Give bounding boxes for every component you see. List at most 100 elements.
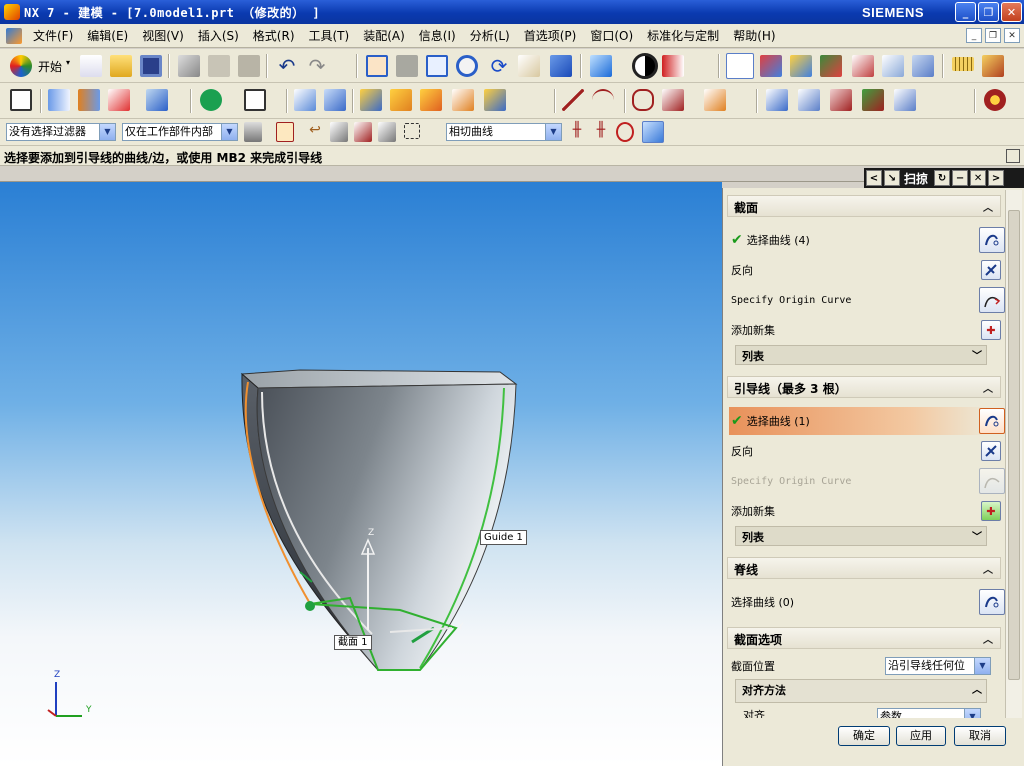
spine-group-header[interactable]: 脊线 ︿ bbox=[727, 557, 1001, 579]
menu-customize[interactable]: 标准化与定制 bbox=[640, 27, 726, 44]
add-new-set-icon[interactable]: ✚ bbox=[981, 501, 1001, 521]
perspective-icon[interactable] bbox=[550, 55, 572, 77]
rotate-wcs-icon[interactable] bbox=[790, 55, 812, 77]
menu-format[interactable]: 格式(R) bbox=[246, 27, 302, 44]
wcs-dynamics-icon[interactable] bbox=[820, 55, 842, 77]
section-select-curve-row[interactable]: ✔ 选择曲线 (4) bbox=[729, 226, 1005, 254]
studio-surface-icon[interactable] bbox=[894, 89, 916, 111]
guide-list-header[interactable]: 列表 ﹀ bbox=[735, 526, 987, 546]
paste-icon[interactable] bbox=[238, 55, 260, 77]
menu-view[interactable]: 视图(V) bbox=[135, 27, 191, 44]
spine-select-curve-row[interactable]: 选择曲线 (0) bbox=[729, 588, 1005, 616]
render-style-icon[interactable] bbox=[632, 53, 658, 79]
section-origin-curve-row[interactable]: Specify Origin Curve bbox=[729, 286, 1005, 314]
minimize-window-button[interactable]: _ bbox=[955, 2, 976, 22]
save-icon[interactable] bbox=[140, 55, 162, 77]
gear-settings-icon[interactable] bbox=[984, 89, 1006, 111]
mdi-restore-button[interactable]: ❐ bbox=[985, 28, 1001, 43]
guide-add-set-row[interactable]: 添加新集 ✚ bbox=[729, 497, 1001, 525]
section-list-header[interactable]: 列表 ﹀ bbox=[735, 345, 987, 365]
section-reverse-row[interactable]: 反向 bbox=[729, 256, 1001, 284]
feature-curves-icon[interactable] bbox=[616, 122, 634, 142]
undo-icon[interactable]: ↶ bbox=[276, 55, 298, 77]
menu-edit[interactable]: 编辑(E) bbox=[80, 27, 135, 44]
zoom-in-out-icon[interactable] bbox=[456, 55, 478, 77]
cylinder-icon[interactable] bbox=[324, 89, 346, 111]
trim-body-icon[interactable] bbox=[484, 89, 506, 111]
select-faces-icon[interactable] bbox=[354, 122, 372, 142]
stop-at-intersection-icon[interactable]: ╫ bbox=[568, 122, 586, 142]
mdi-close-button[interactable]: ✕ bbox=[1004, 28, 1020, 43]
section-group-header[interactable]: 截面 ︿ bbox=[727, 195, 1001, 217]
section-location-select[interactable]: 沿引导线任何位 ▼ bbox=[885, 657, 991, 675]
guide-select-curve-row[interactable]: ✔ 选择曲线 (1) bbox=[729, 407, 1005, 435]
close-window-button[interactable]: ✕ bbox=[1001, 2, 1022, 22]
undo-select-icon[interactable]: ↩ bbox=[306, 122, 324, 142]
chamfer-icon[interactable] bbox=[390, 89, 412, 111]
menu-preferences[interactable]: 首选项(P) bbox=[517, 27, 584, 44]
select-curve-icon[interactable] bbox=[979, 227, 1005, 253]
surface-icon[interactable] bbox=[146, 89, 168, 111]
through-curves-icon[interactable] bbox=[766, 89, 788, 111]
wcs-icon[interactable] bbox=[726, 53, 754, 79]
menu-file[interactable]: 文件(F) bbox=[26, 27, 80, 44]
close-dialog-icon[interactable]: ✕ bbox=[970, 170, 987, 186]
curve-rule-select[interactable]: 相切曲线 ▼ bbox=[446, 123, 562, 141]
filter-settings-icon[interactable] bbox=[244, 122, 262, 142]
collapse-dialog-icon[interactable]: − bbox=[952, 170, 969, 186]
orient-view-icon[interactable] bbox=[590, 55, 612, 77]
rotate-icon[interactable]: ⟳ bbox=[488, 55, 510, 77]
zoom-window-icon[interactable] bbox=[396, 55, 418, 77]
select-bodies-icon[interactable] bbox=[330, 122, 348, 142]
reset-arrow-icon[interactable]: ↘ bbox=[884, 170, 900, 186]
measure-angle-icon[interactable] bbox=[982, 55, 1004, 77]
app-menu-icon[interactable] bbox=[6, 27, 22, 44]
graphics-window[interactable]: Guide 1 截面 1 Z Y Z Y bbox=[0, 182, 722, 766]
ok-button[interactable]: 确定 bbox=[838, 726, 890, 746]
chevron-left-icon[interactable]: < bbox=[866, 170, 882, 186]
selection-scope-select[interactable]: 仅在工作部件内部 ▼ bbox=[122, 123, 238, 141]
cut-icon[interactable] bbox=[178, 55, 200, 77]
menu-assembly[interactable]: 装配(A) bbox=[356, 27, 412, 44]
mdi-minimize-button[interactable]: _ bbox=[966, 28, 982, 43]
ruled-icon[interactable] bbox=[862, 89, 884, 111]
rectangle-select-icon[interactable] bbox=[404, 123, 420, 139]
menu-insert[interactable]: 插入(S) bbox=[191, 27, 246, 44]
select-body-icon[interactable] bbox=[642, 121, 664, 143]
spline-icon[interactable] bbox=[662, 89, 684, 111]
guide-group-header[interactable]: 引导线（最多 3 根） ︿ bbox=[727, 376, 1001, 398]
new-file-icon[interactable] bbox=[80, 55, 102, 77]
extrude-icon[interactable] bbox=[48, 89, 70, 111]
guide-reverse-row[interactable]: 反向 bbox=[729, 437, 1001, 465]
block-icon[interactable] bbox=[294, 89, 316, 111]
offset-curve-icon[interactable] bbox=[704, 89, 726, 111]
select-guide-curve-icon[interactable] bbox=[979, 408, 1005, 434]
start-dropdown-icon[interactable]: ▾ bbox=[66, 58, 70, 67]
reverse-direction-icon[interactable] bbox=[981, 260, 1001, 280]
sweep-along-guide-icon[interactable] bbox=[108, 89, 130, 111]
datum-plane-icon[interactable] bbox=[244, 89, 266, 111]
fit-icon[interactable] bbox=[366, 55, 388, 77]
follow-fillet-icon[interactable]: ╫ bbox=[592, 122, 610, 142]
select-icon[interactable] bbox=[882, 55, 904, 77]
type-filter-select[interactable]: 没有选择过滤器 ▼ bbox=[6, 123, 116, 141]
menu-analysis[interactable]: 分析(L) bbox=[463, 27, 517, 44]
section-add-set-row[interactable]: 添加新集 ✚ bbox=[729, 316, 1001, 344]
section-view-icon[interactable] bbox=[662, 55, 684, 77]
scrollbar-thumb[interactable] bbox=[1008, 210, 1020, 680]
select-spine-curve-icon[interactable] bbox=[979, 589, 1005, 615]
revolve-icon[interactable] bbox=[78, 89, 100, 111]
copy-icon[interactable] bbox=[208, 55, 230, 77]
shell-icon[interactable] bbox=[420, 89, 442, 111]
chevron-right-icon[interactable]: > bbox=[988, 170, 1005, 186]
datum-point-icon[interactable] bbox=[200, 89, 222, 111]
blend-icon[interactable] bbox=[360, 89, 382, 111]
restore-window-button[interactable]: ❐ bbox=[978, 2, 999, 22]
prompt-settings-icon[interactable] bbox=[1006, 149, 1020, 163]
reverse-direction-icon[interactable] bbox=[981, 441, 1001, 461]
through-curve-mesh-icon[interactable] bbox=[798, 89, 820, 111]
start-button[interactable]: 开始 bbox=[38, 58, 62, 75]
zoom-icon[interactable] bbox=[426, 55, 448, 77]
reset-dialog-icon[interactable]: ↻ bbox=[934, 170, 951, 186]
pan-icon[interactable] bbox=[518, 55, 540, 77]
